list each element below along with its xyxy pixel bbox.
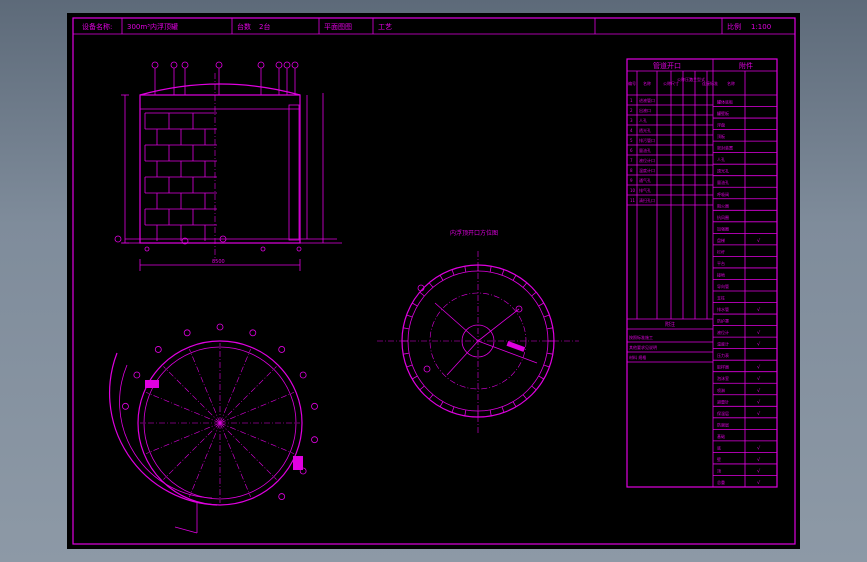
cad-drawing-viewport[interactable]: 设备名称: 300m³内浮顶罐 台数 2台 平面图图 工艺 比例 1:100 8… <box>67 13 800 549</box>
parts-table-title: 附件 <box>739 61 753 70</box>
parts-row-name: 基础 <box>717 433 725 439</box>
parts-row-name: 浮盘 <box>717 122 725 128</box>
label-equipment: 设备名称: <box>82 22 112 31</box>
parts-row-mark: √ <box>757 399 761 405</box>
parts-row-name: 防腐层 <box>717 421 729 427</box>
parts-row-name: 支柱 <box>717 295 725 301</box>
parts-row-name: 抗风圈 <box>717 214 729 220</box>
parts-row-name: 导向管 <box>717 283 729 289</box>
parts-row-name: 底 <box>717 444 721 450</box>
nozzle-row-no: 4 <box>630 128 633 133</box>
parts-row-name: 顶板 <box>717 133 725 139</box>
parts-row-name: 保温层 <box>717 410 729 416</box>
nozzle-row-no: 8 <box>630 168 633 173</box>
parts-row-name: 总重 <box>717 479 725 485</box>
label-drawing: 平面图图 <box>324 23 352 31</box>
parts-row-mark: √ <box>757 365 761 371</box>
nozzle-table-title: 管道开口 <box>653 61 681 70</box>
nozzle-col-std: 连接标准 <box>702 80 718 86</box>
nozzle-row-name: 出液口 <box>639 107 651 113</box>
parts-row-mark: √ <box>757 238 761 244</box>
parts-row-name: 排水管 <box>717 306 729 312</box>
parts-row-mark: √ <box>757 376 761 382</box>
parts-row-mark: √ <box>757 388 761 394</box>
parts-row-name: 透光孔 <box>717 168 729 174</box>
tank-plan-view <box>108 323 318 534</box>
parts-row-name: 接地 <box>717 271 725 277</box>
parts-row-name: 盘梯 <box>717 237 725 243</box>
quantity-value: 2台 <box>259 22 270 31</box>
label-scale: 比例 <box>727 22 741 31</box>
parts-row-mark: √ <box>757 330 761 336</box>
plan-title: 内浮顶开口方位图 <box>450 229 498 237</box>
nozzle-row-name: 进液管口 <box>639 97 655 103</box>
parts-row-mark: √ <box>757 307 761 313</box>
parts-row-name: 人孔 <box>717 156 725 162</box>
parts-row-name: 壁 <box>717 456 721 462</box>
tank-elevation-view: 8500 <box>114 61 342 271</box>
nozzle-col-no: 编号 <box>628 80 636 86</box>
parts-row-name: 泡沫室 <box>717 375 729 381</box>
nozzle-row-name: 排气孔 <box>639 187 651 193</box>
parts-row-mark: √ <box>757 457 761 463</box>
parts-row-name: 喷淋 <box>717 387 725 393</box>
parts-row-name: 顶 <box>717 468 721 473</box>
nozzle-col-name: 名称 <box>643 80 651 86</box>
nozzle-row-no: 5 <box>630 138 633 143</box>
parts-row-mark: √ <box>757 480 761 486</box>
nozzle-row-no: 9 <box>630 178 633 183</box>
parts-row-name: 阻火器 <box>717 202 729 208</box>
drawing-border <box>72 17 796 545</box>
nozzle-orientation-view: 内浮顶开口方位图 <box>377 229 579 433</box>
nozzle-row-no: 1 <box>630 98 633 103</box>
nozzle-row-name: 量油孔 <box>639 147 651 153</box>
label-process: 工艺 <box>378 23 392 31</box>
equipment-name: 300m³内浮顶罐 <box>127 22 178 31</box>
parts-row-mark: √ <box>757 445 761 451</box>
parts-row-name: 液位计 <box>717 329 729 335</box>
nozzle-row-no: 7 <box>630 158 633 163</box>
notes-title: 附注 <box>665 321 675 328</box>
parts-row-name: 密封装置 <box>717 145 733 151</box>
parts-row-mark: √ <box>757 342 761 348</box>
nozzle-row-name: 排污管口 <box>639 137 655 143</box>
parts-row-name: 平台 <box>717 260 725 266</box>
parts-row-name: 栏杆 <box>717 248 725 254</box>
nozzle-row-name: 液位计口 <box>639 157 655 163</box>
label-quantity: 台数 <box>237 22 251 31</box>
nozzle-row-no: 11 <box>630 198 636 203</box>
note-line: 按照标准施工 <box>629 334 653 340</box>
nozzle-row-no: 6 <box>630 148 633 153</box>
drawing-sheet: 设备名称: 300m³内浮顶罐 台数 2台 平面图图 工艺 比例 1:100 8… <box>72 17 796 545</box>
parts-row-name: 量油孔 <box>717 179 729 185</box>
parts-row-name: 避雷针 <box>717 398 729 404</box>
parts-row-name: 罐体底板 <box>717 99 733 105</box>
nozzle-row-name: 通气孔 <box>639 177 651 183</box>
parts-row-name: 压力表 <box>717 352 729 358</box>
nozzle-table: 管道开口 附件 编号 名称 公称尺寸 公称压力 法兰型式 连接标准 名称 1 进液… <box>626 58 778 488</box>
note-line: 其他要求见说明 <box>629 344 657 350</box>
parts-row-name: 加强圈 <box>717 225 729 231</box>
parts-row-name: 罐壁板 <box>717 110 729 116</box>
nozzle-row-no: 3 <box>630 118 633 123</box>
parts-row-mark: √ <box>757 468 761 474</box>
elevation-diameter-dim: 8500 <box>212 259 225 265</box>
parts-row-name: 温度计 <box>717 341 729 347</box>
parts-row-name: 呼吸阀 <box>717 191 729 197</box>
parts-row-name: 取样器 <box>717 364 729 370</box>
scale-value: 1:100 <box>751 23 771 31</box>
parts-row-name: 防护罩 <box>717 318 729 324</box>
nozzle-row-name: 人孔 <box>639 117 647 123</box>
nozzle-row-no: 10 <box>630 188 636 193</box>
parts-col-name: 名称 <box>727 80 735 86</box>
nozzle-row-name: 温度计口 <box>639 167 655 173</box>
nozzle-row-name: 透光孔 <box>639 127 651 133</box>
note-line: 材料 规格 <box>629 354 646 360</box>
parts-row-mark: √ <box>757 411 761 417</box>
nozzle-row-name: 清扫孔口 <box>639 197 655 203</box>
nozzle-row-no: 2 <box>630 108 633 113</box>
